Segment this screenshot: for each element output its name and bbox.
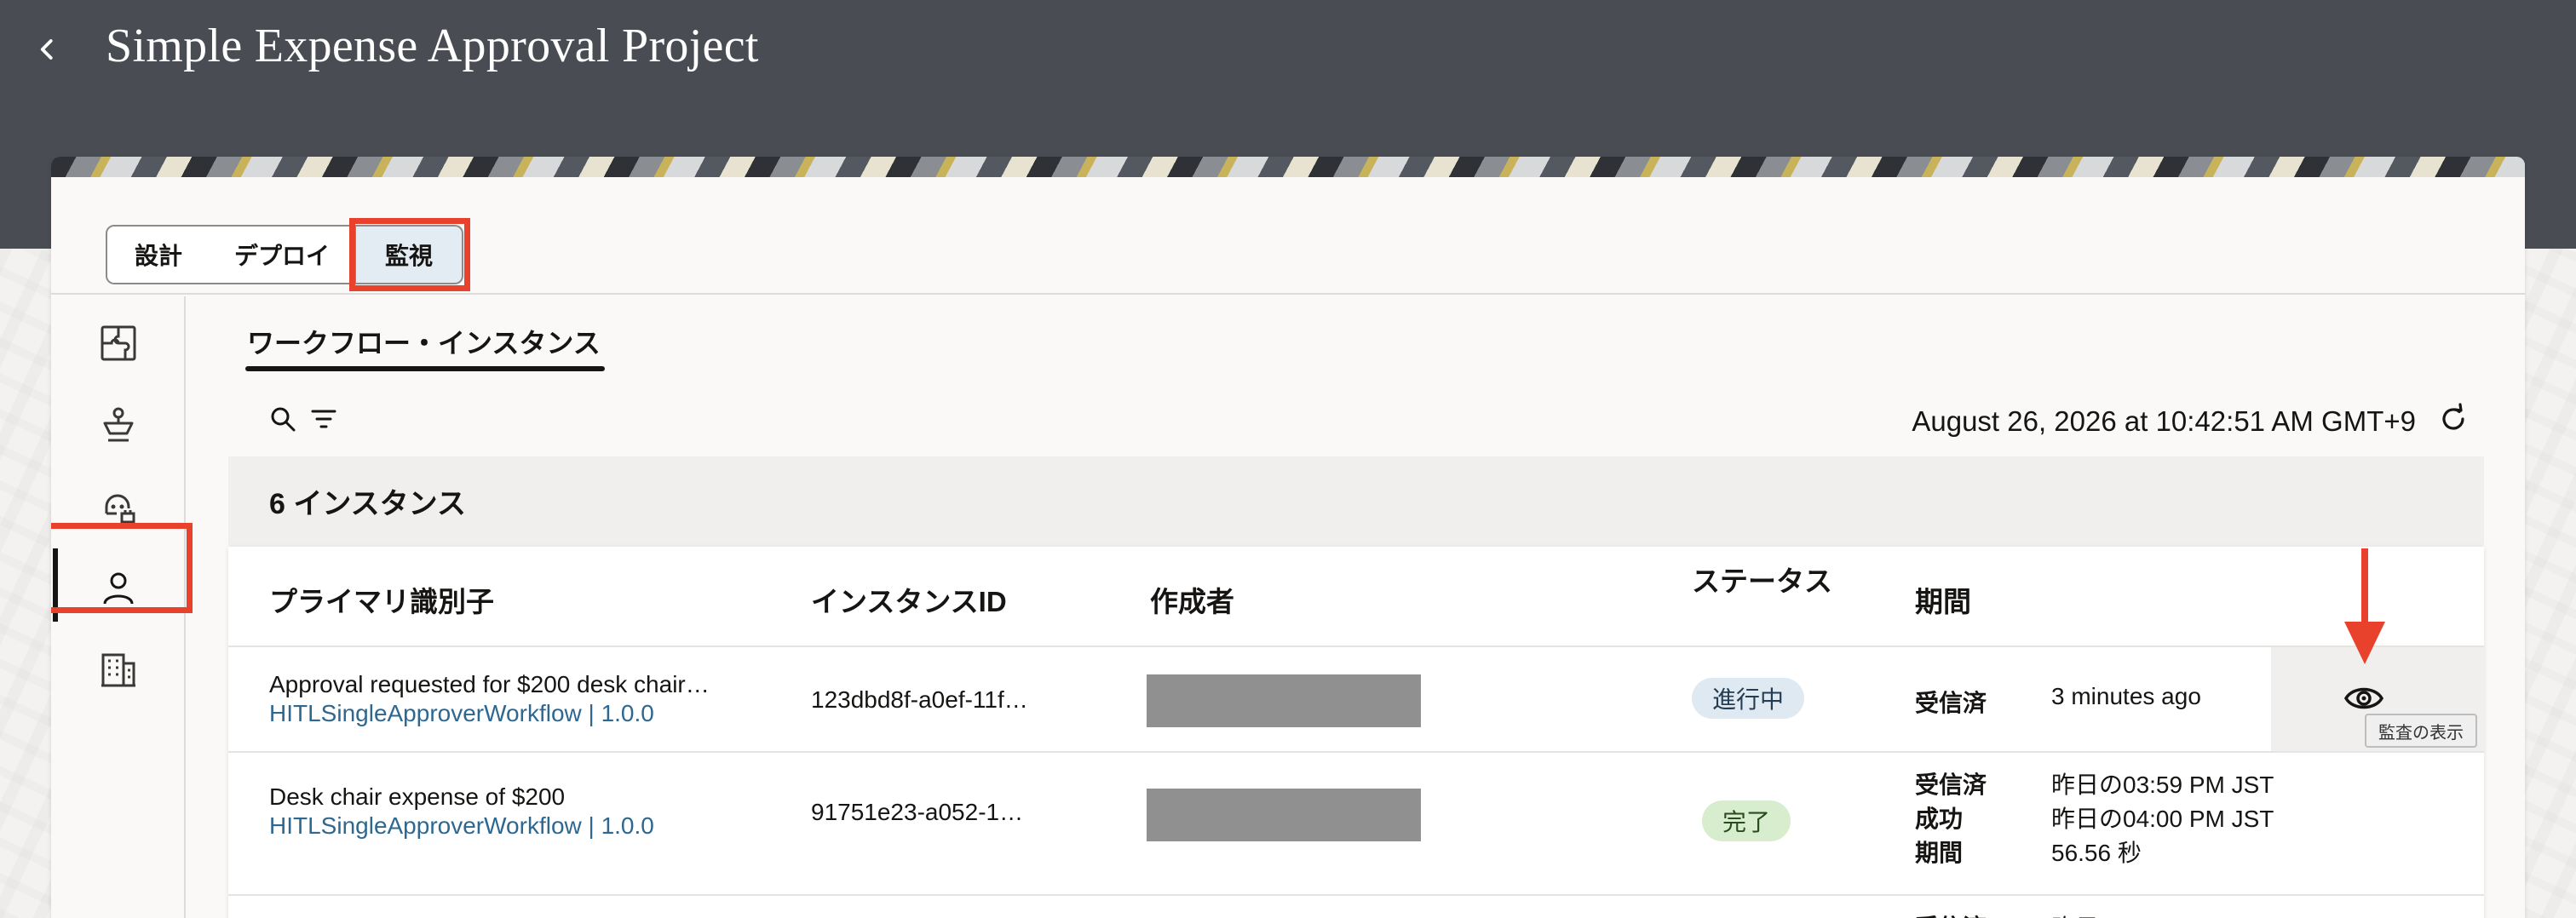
search-button[interactable] [269,405,296,433]
eye-icon [2343,687,2384,709]
tab-workflow-instances[interactable]: ワークフロー・インスタンス [247,313,601,371]
duration-value: 昨日の03:55 PM JST [2051,909,2274,918]
tab-design[interactable]: 設計 [106,225,211,284]
column-header-creator[interactable]: 作成者 [1150,579,1234,620]
refresh-button[interactable] [2436,402,2470,436]
filter-button[interactable] [310,405,337,433]
annotation-arrow-shaft [2361,548,2368,625]
duration-label: 成功 [1915,806,1964,832]
duration-label: 期間 [1915,840,1964,866]
workflow-link[interactable]: HITLSingleApproverWorkflow | 1.0.0 [269,700,654,726]
project-card: 設計 デプロイ 監視 ワークフロー・インスタンス August 26, 2026… [51,157,2525,918]
redacted-creator [1147,674,1421,727]
instance-count-bar: 6 インスタンス [228,456,2484,547]
person-icon [103,572,134,605]
puzzle-icon [101,325,136,361]
chevron-left-icon [40,39,53,60]
search-icon [271,407,296,432]
annotation-arrow-head [2344,622,2385,664]
back-button[interactable] [24,26,72,73]
sidebar-item-puzzle[interactable] [95,320,141,366]
tab-deploy[interactable]: デプロイ [210,225,356,284]
table-row[interactable]: Desk chair expense of $200 HITLSingleApp… [228,753,2484,894]
duration-value: 昨日の04:00 PM JST [2051,806,2274,832]
primary-identifier: Approval requested for $200 desk chair… [269,671,710,697]
instances-table: プライマリ識別子 インスタンスID 作成者 ステータス 期間 Approval … [228,547,2484,918]
tab-underline [245,366,605,371]
status-badge: 完了 [1702,800,1791,841]
agent-plug-icon [105,494,135,524]
mode-toolbar: 設計 デプロイ 監視 [51,177,2525,295]
instance-count: 6 インスタンス [269,488,466,520]
column-header-instance-id[interactable]: インスタンスID [811,579,1007,620]
filter-icon [311,410,336,428]
sidebar-item-building[interactable] [95,647,141,693]
duration-label: 受信済 [1915,909,1987,918]
view-audit-button[interactable] [2343,680,2385,717]
page-title: Simple Expense Approval Project [106,20,759,72]
status-badge: 進行中 [1692,678,1805,719]
tab-monitor[interactable]: 監視 [356,225,463,284]
workflow-link-wrapper: HITLSingleApproverWorkflow | 1.0.0 [269,700,654,727]
redacted-creator [1147,789,1421,841]
duration-value: 56.56 秒 [2051,840,2142,866]
duration-label: 受信済 [1915,772,1987,798]
workflow-link[interactable]: HITLSingleApproverWorkflow | 1.0.0 [269,812,654,839]
duration-value: 3 minutes ago [2051,683,2201,709]
column-header-duration[interactable]: 期間 [1915,579,1971,620]
last-refreshed-timestamp: August 26, 2026 at 10:42:51 AM GMT+9 [1912,405,2416,437]
table-row[interactable]: 受信済 昨日の03:55 PM JST [228,896,2484,918]
duration-label: 受信済 [1915,690,1987,716]
column-header-status[interactable]: ステータス [1692,559,1832,600]
approval-stand-icon [103,407,134,442]
workflow-link-wrapper: HITLSingleApproverWorkflow | 1.0.0 [269,812,654,840]
table-row[interactable]: Approval requested for $200 desk chair… … [228,647,2271,751]
instance-id: 123dbd8f-a0ef-11f… [811,686,1028,713]
instance-id: 91751e23-a052-1… [811,799,1024,825]
sidebar-item-approval[interactable] [95,402,141,448]
decorative-banner [51,157,2525,177]
building-icon [101,653,135,687]
main-content: ワークフロー・インスタンス August 26, 2026 at 10:42:5… [186,296,2525,918]
left-sidebar [51,296,193,918]
sidebar-item-agent[interactable] [95,484,141,530]
sidebar-active-indicator [53,548,58,622]
column-header-primary-id[interactable]: プライマリ識別子 [269,579,494,620]
primary-identifier: Desk chair expense of $200 [269,783,566,810]
duration-value: 昨日の03:59 PM JST [2051,772,2274,798]
refresh-icon [2442,403,2464,430]
audit-tooltip: 監査の表示 [2365,714,2477,748]
sidebar-item-person[interactable] [95,565,141,611]
